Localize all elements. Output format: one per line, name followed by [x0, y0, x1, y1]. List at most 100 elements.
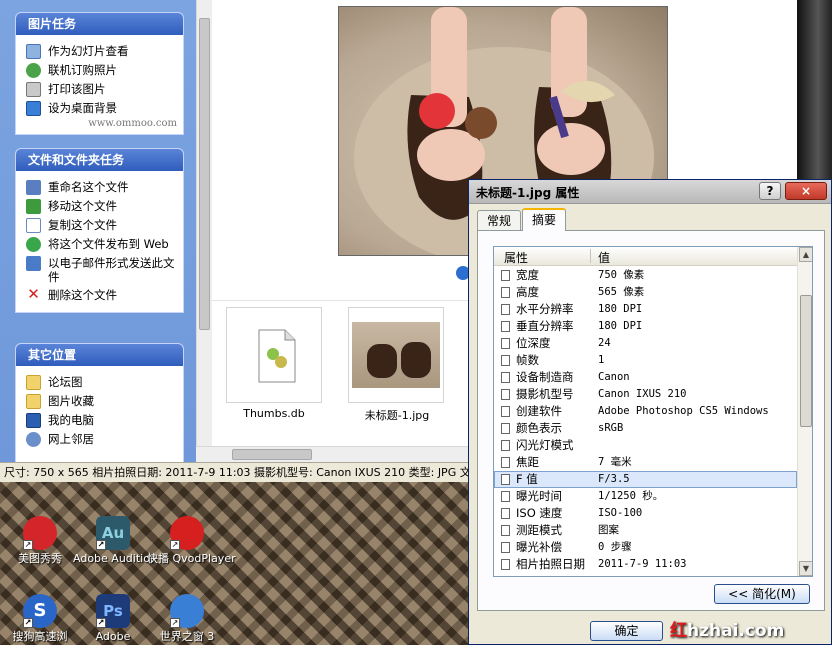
- other-places-title[interactable]: 其它位置: [16, 344, 183, 366]
- document-icon: [501, 440, 510, 451]
- desktop-icon-label: 美图秀秀: [18, 552, 62, 565]
- property-row[interactable]: 曝光补偿 0 步骤: [494, 539, 797, 556]
- task-email[interactable]: 以电子邮件形式发送此文件: [26, 256, 177, 284]
- sandal-shape: [401, 342, 431, 378]
- wallpaper-icon: [26, 101, 41, 116]
- desktop-icon-label: 快播 QvodPlayer: [147, 552, 236, 565]
- task-label: 复制这个文件: [48, 218, 117, 232]
- task-move[interactable]: 移动这个文件: [26, 199, 177, 214]
- document-icon: [501, 491, 510, 502]
- task-rename[interactable]: 重命名这个文件: [26, 180, 177, 195]
- column-header-value[interactable]: 值: [598, 249, 610, 266]
- property-row[interactable]: 水平分辨率 180 DPI: [494, 301, 797, 318]
- file-thumb-thumbsdb[interactable]: [226, 307, 322, 403]
- file-name-image[interactable]: 未标题-1.jpg: [342, 407, 452, 423]
- summary-panel: 属性 值 宽度 750 像素 高度 565 像素 水平分辨率 180 DPI 垂直分辨…: [477, 230, 825, 611]
- task-copy[interactable]: 复制这个文件: [26, 218, 177, 233]
- property-list-scrollbar[interactable]: ▲ ▼: [797, 247, 812, 576]
- task-slideshow[interactable]: 作为幻灯片查看: [26, 44, 177, 59]
- file-thumb-image[interactable]: [348, 307, 444, 403]
- document-icon: [501, 457, 510, 468]
- column-divider[interactable]: [590, 249, 591, 263]
- file-tasks-title[interactable]: 文件和文件夹任务: [16, 149, 183, 171]
- property-row[interactable]: 闪光灯模式: [494, 437, 797, 454]
- file-strip: Thumbs.db 未标题-1.jpg: [212, 300, 470, 446]
- place-forum-images[interactable]: 论坛图: [26, 375, 177, 390]
- property-row[interactable]: ISO 速度 ISO-100: [494, 505, 797, 522]
- property-row[interactable]: 帧数 1: [494, 352, 797, 369]
- scrollbar-thumb[interactable]: [199, 18, 210, 330]
- picture-tasks-title[interactable]: 图片任务: [16, 13, 183, 35]
- property-row[interactable]: 设备制造商 Canon: [494, 369, 797, 386]
- desktop-icon-qvod[interactable]: ↗ 快播 QvodPlayer: [147, 516, 236, 565]
- task-publish-web[interactable]: 将这个文件发布到 Web: [26, 237, 177, 252]
- property-row[interactable]: 位深度 24: [494, 335, 797, 352]
- document-icon: [501, 406, 510, 417]
- dialog-title: 未标题-1.jpg 属性: [476, 186, 580, 200]
- taskpane-scrollbar[interactable]: [196, 0, 212, 462]
- document-icon: [501, 304, 510, 315]
- document-icon: [501, 474, 510, 485]
- place-my-pictures[interactable]: 图片收藏: [26, 394, 177, 409]
- property-row[interactable]: 宽度 750 像素: [494, 267, 797, 284]
- help-button[interactable]: ?: [759, 182, 781, 200]
- order-prints-icon: [26, 63, 41, 78]
- property-row[interactable]: 摄影机型号 Canon IXUS 210: [494, 386, 797, 403]
- tab-general[interactable]: 常规: [477, 210, 522, 230]
- simplify-button[interactable]: << 简化(M): [714, 584, 810, 604]
- property-value: Canon IXUS 210: [598, 388, 687, 400]
- document-icon: [501, 287, 510, 298]
- task-set-wallpaper[interactable]: 设为桌面背景: [26, 101, 177, 116]
- desktop-icon-sogou[interactable]: S ↗ 搜狗高速浏: [0, 594, 80, 643]
- computer-icon: [26, 413, 41, 428]
- task-print[interactable]: 打印该图片: [26, 82, 177, 97]
- property-row[interactable]: 相片拍照日期 2011-7-9 11:03: [494, 556, 797, 573]
- property-value: Canon: [598, 371, 630, 383]
- desktop-icon-theworld[interactable]: ↗ 世界之窗 3: [147, 594, 227, 643]
- scroll-up-arrow-icon[interactable]: ▲: [799, 247, 812, 262]
- property-row[interactable]: 测距模式 图案: [494, 522, 797, 539]
- column-header-property[interactable]: 属性: [504, 249, 528, 266]
- property-value: 1: [598, 354, 605, 366]
- place-my-computer[interactable]: 我的电脑: [26, 413, 177, 428]
- tab-summary[interactable]: 摘要: [522, 208, 567, 231]
- dialog-titlebar[interactable]: 未标题-1.jpg 属性 ? ×: [469, 180, 831, 204]
- document-icon: [501, 423, 510, 434]
- document-icon: [501, 270, 510, 281]
- property-value: 565 像素: [598, 286, 645, 298]
- scrollbar-thumb[interactable]: [800, 295, 812, 427]
- task-order-prints[interactable]: 联机订购照片: [26, 63, 177, 78]
- desktop-icon-label: Adobe: [95, 630, 131, 643]
- desktop-icon-meitu[interactable]: ↗ 美图秀秀: [0, 516, 80, 565]
- property-name: 摄影机型号: [516, 387, 574, 401]
- property-value: ISO-100: [598, 507, 643, 519]
- desktop-icon-audition[interactable]: Au ↗ Adobe Audition: [73, 516, 157, 565]
- property-row[interactable]: 高度 565 像素: [494, 284, 797, 301]
- property-row-selected[interactable]: F 值 F/3.5: [494, 471, 797, 488]
- scrollbar-thumb[interactable]: [232, 449, 312, 460]
- close-button[interactable]: ×: [785, 182, 827, 200]
- property-name: 闪光灯模式: [516, 438, 574, 452]
- desktop-icon-photoshop[interactable]: Ps ↗ Adobe: [73, 594, 153, 643]
- properties-dialog: 未标题-1.jpg 属性 ? × 常规 摘要 属性 值 宽度 750 像素 高度 5…: [468, 179, 832, 645]
- horizontal-scrollbar[interactable]: [196, 446, 470, 462]
- property-name: 位深度: [516, 336, 551, 350]
- scroll-down-arrow-icon[interactable]: ▼: [799, 561, 812, 576]
- property-row[interactable]: 曝光时间 1/1250 秒。: [494, 488, 797, 505]
- ok-button[interactable]: 确定: [590, 621, 663, 641]
- property-row[interactable]: 垂直分辨率 180 DPI: [494, 318, 797, 335]
- sogou-browser-icon: S ↗: [23, 594, 57, 628]
- email-icon: [26, 256, 41, 271]
- delete-icon: ✕: [27, 285, 40, 303]
- property-row[interactable]: 颜色表示 sRGB: [494, 420, 797, 437]
- site-watermark: 红hzhai.com: [670, 616, 784, 641]
- place-label: 我的电脑: [48, 413, 94, 427]
- background-window-edge: [797, 0, 832, 180]
- property-row[interactable]: 创建软件 Adobe Photoshop CS5 Windows: [494, 403, 797, 420]
- task-label: 重命名这个文件: [48, 180, 129, 194]
- property-row[interactable]: 焦距 7 毫米: [494, 454, 797, 471]
- file-name-thumbsdb[interactable]: Thumbs.db: [219, 407, 329, 420]
- task-label: 将这个文件发布到 Web: [48, 237, 169, 251]
- place-network[interactable]: 网上邻居: [26, 432, 177, 447]
- task-delete[interactable]: ✕ 删除这个文件: [26, 285, 177, 303]
